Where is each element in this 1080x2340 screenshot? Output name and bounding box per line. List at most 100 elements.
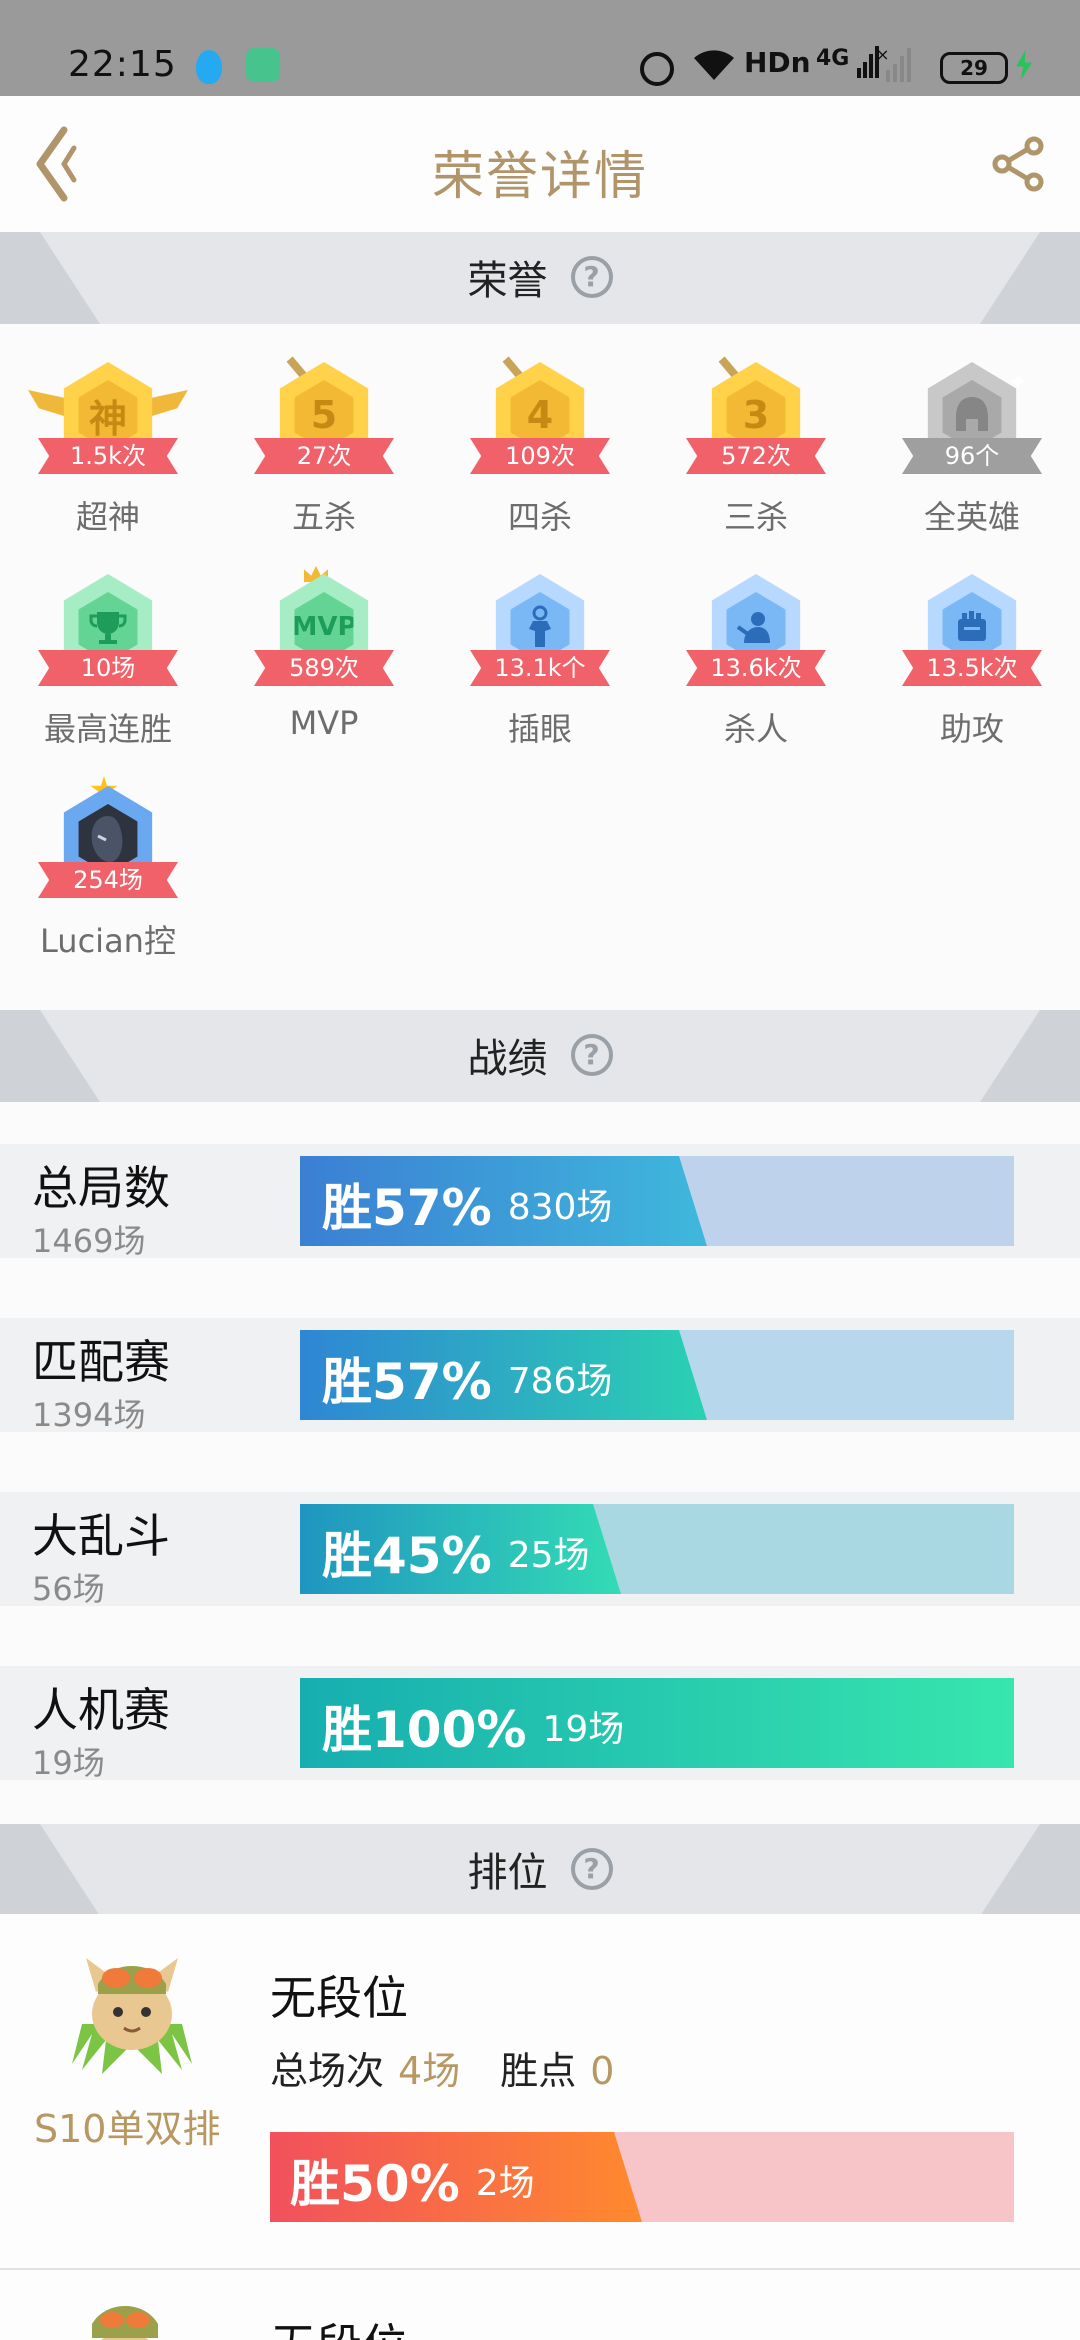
- help-icon[interactable]: ?: [570, 1848, 613, 1890]
- honor-count: 10场: [38, 650, 178, 686]
- honor-item-kills[interactable]: 13.6k次 杀人: [666, 574, 846, 774]
- win-rate-label: 胜100%: [322, 1701, 527, 1759]
- win-count: 25场: [507, 1535, 590, 1576]
- honor-count: 13.1k个: [470, 650, 610, 686]
- stat-total: 19场: [32, 1744, 105, 1782]
- stat-total: 1394场: [32, 1396, 146, 1434]
- honor-item-champion-mastery[interactable]: 254场 Lucian控: [18, 776, 198, 986]
- win-count: 830场: [507, 1187, 613, 1228]
- hd-icon: HDn: [744, 46, 811, 79]
- charging-icon: [1016, 50, 1032, 80]
- wing-left-icon: [28, 390, 64, 416]
- win-rate-bar: 胜57% 830场: [300, 1156, 1014, 1246]
- app-icon: [246, 48, 280, 82]
- points-value: 0: [590, 2049, 615, 2093]
- stat-name: 大乱斗: [32, 1509, 170, 1563]
- games-value: 4场: [398, 2049, 461, 2093]
- teemo-avatar-icon: [72, 1958, 192, 2074]
- honor-label: 最高连胜: [43, 710, 172, 748]
- teemo-avatar-icon: [92, 2306, 158, 2340]
- stat-total: 56场: [32, 1570, 105, 1608]
- honor-count: 13.6k次: [686, 650, 826, 686]
- page-title: 荣誉详情: [431, 147, 648, 207]
- share-icon: [992, 136, 1044, 192]
- honor-label: 五杀: [291, 498, 356, 536]
- sparkle-icon: ✦: [1008, 368, 1029, 396]
- honor-count: 1.5k次: [38, 438, 178, 474]
- stat-row-bots[interactable]: 人机赛 19场 胜100% 19场: [0, 1666, 1080, 1782]
- rank-tier: 无段位: [270, 1971, 408, 2025]
- honor-label: 杀人: [723, 710, 788, 748]
- games-label: 总场次: [270, 2049, 385, 2093]
- alarm-icon: [640, 52, 674, 86]
- wing-right-icon: [152, 390, 188, 416]
- win-rate-bar: 胜100% 19场: [300, 1678, 1014, 1768]
- rank-tier: 无段位: [270, 2310, 408, 2340]
- honor-count: 254场: [38, 862, 178, 898]
- section-title-rank: 排位: [467, 1850, 548, 1896]
- honor-count: 572次: [686, 438, 826, 474]
- honor-label: 插眼: [507, 710, 572, 748]
- rank-entry[interactable]: 无段位: [0, 2270, 1080, 2340]
- stat-row-total[interactable]: 总局数 1469场 胜57% 830场: [0, 1144, 1080, 1260]
- rank-entry[interactable]: S10单双排 无段位 总场次 4场 胜点 0 胜50% 2场: [0, 1914, 1080, 2268]
- honor-count: 109次: [470, 438, 610, 474]
- win-rate-label: 胜57%: [322, 1353, 492, 1411]
- qq-icon: [196, 50, 222, 84]
- honor-label: 全英雄: [923, 498, 1020, 536]
- stat-row-aram[interactable]: 大乱斗 56场 胜45% 25场: [0, 1492, 1080, 1608]
- honor-item-mvp[interactable]: MVP 589次 MVP: [234, 566, 414, 774]
- win-count: 19场: [542, 1709, 625, 1750]
- stat-name: 人机赛: [32, 1683, 170, 1737]
- help-icon[interactable]: ?: [570, 1034, 613, 1076]
- honor-section-header: 荣誉 ?: [0, 232, 1080, 324]
- honor-item-legendary[interactable]: 神 1.5k次 超神: [18, 362, 198, 562]
- honor-item-wards[interactable]: 13.1k个 插眼: [450, 574, 630, 774]
- status-bar: 22:15 HDn 4G × 29: [0, 0, 1080, 96]
- stat-name: 总局数: [32, 1161, 170, 1215]
- win-rate-label: 胜57%: [322, 1179, 492, 1237]
- battery-icon: 29: [940, 52, 1008, 84]
- honor-item-quadrakill[interactable]: 4 109次 四杀: [450, 356, 630, 562]
- honor-item-win-streak[interactable]: 10场 最高连胜: [18, 574, 198, 774]
- honor-count: 589次: [254, 650, 394, 686]
- honor-count: 13.5k次: [902, 650, 1042, 686]
- honor-item-pentakill[interactable]: 5 27次 五杀: [234, 356, 414, 562]
- record-section-header: 战绩 ?: [0, 1010, 1080, 1102]
- signal-icon: ×: [876, 45, 916, 88]
- rank-section-header: 排位 ?: [0, 1824, 1080, 1916]
- honor-label: MVP: [289, 704, 359, 742]
- share-button[interactable]: [990, 136, 1046, 192]
- honor-label: 超神: [75, 498, 140, 536]
- section-title-honor: 荣誉: [467, 258, 548, 304]
- win-count: 2场: [475, 2163, 535, 2204]
- section-title-record: 战绩: [467, 1036, 548, 1082]
- honor-label: Lucian控: [40, 922, 176, 960]
- rank-meta: 总场次 4场 胜点 0: [270, 2040, 614, 2095]
- stat-row-normal[interactable]: 匹配赛 1394场 胜57% 786场: [0, 1318, 1080, 1434]
- help-icon[interactable]: ?: [570, 256, 613, 298]
- signal-4g-icon: 4G: [816, 46, 881, 78]
- honor-item-all-champions[interactable]: ✦ 96个 全英雄: [882, 362, 1062, 562]
- wifi-icon: [692, 46, 736, 89]
- points-label: 胜点: [500, 2049, 577, 2093]
- win-count: 786场: [507, 1361, 613, 1402]
- win-rate-label: 胜50%: [290, 2155, 460, 2213]
- honor-count: 27次: [254, 438, 394, 474]
- status-time: 22:15: [68, 44, 177, 85]
- network-type: 4G: [816, 46, 850, 71]
- stat-total: 1469场: [32, 1222, 146, 1260]
- app-header: 荣誉详情: [0, 96, 1080, 232]
- win-rate-bar: 胜50% 2场: [270, 2132, 1014, 2222]
- win-rate-bar: 胜57% 786场: [300, 1330, 1014, 1420]
- win-rate-label: 胜45%: [322, 1527, 492, 1585]
- honor-count: 96个: [902, 438, 1042, 474]
- honor-item-triplekill[interactable]: 3 572次 三杀: [666, 356, 846, 562]
- stat-name: 匹配赛: [32, 1335, 170, 1389]
- season-label: S10单双排: [34, 2107, 221, 2151]
- honor-label: 三杀: [723, 498, 788, 536]
- honor-label: 助攻: [939, 710, 1004, 748]
- honor-item-assists[interactable]: 13.5k次 助攻: [882, 574, 1062, 774]
- win-rate-bar: 胜45% 25场: [300, 1504, 1014, 1594]
- honor-label: 四杀: [507, 498, 572, 536]
